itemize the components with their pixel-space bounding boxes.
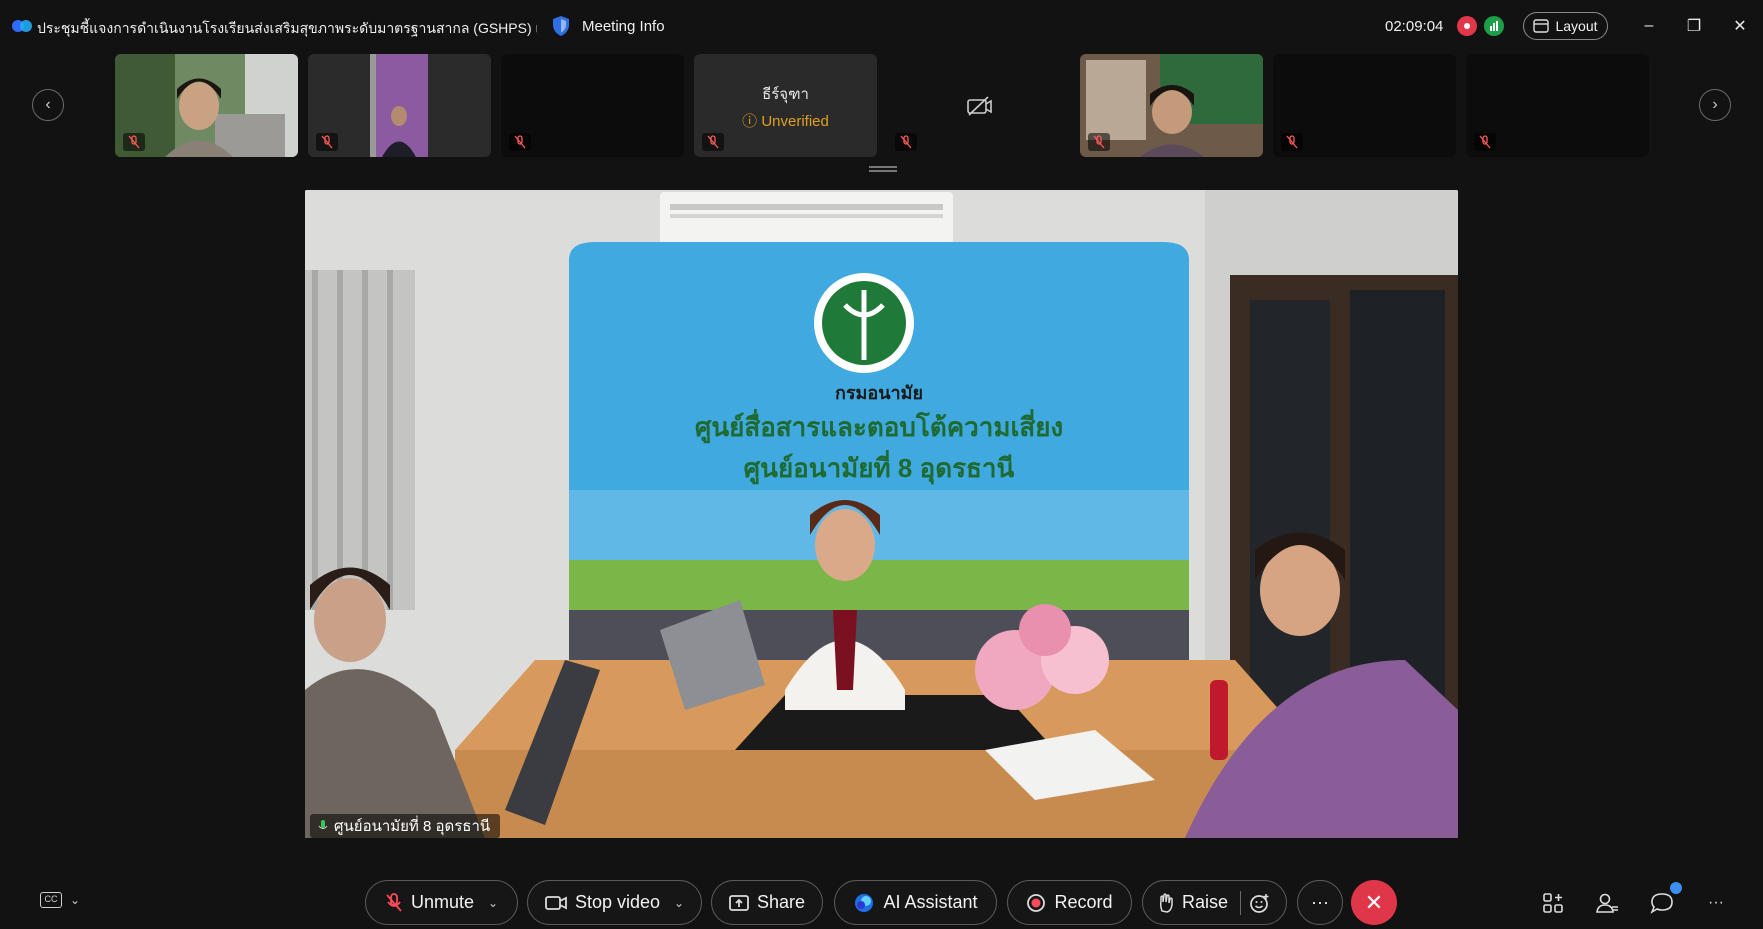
muted-mic-icon xyxy=(702,133,724,151)
minimize-button[interactable]: – xyxy=(1637,14,1661,38)
mic-active-icon xyxy=(318,820,328,829)
banner-line-2: ศูนย์สื่อสารและตอบโต้ความเสี่ยง xyxy=(694,412,1064,442)
meeting-info-link[interactable]: Meeting Info xyxy=(582,18,665,35)
participant-name: ธีร์จุฑา xyxy=(762,86,809,103)
record-icon xyxy=(1027,893,1046,912)
meeting-timer: 02:09:04 xyxy=(1385,18,1444,35)
record-label: Record xyxy=(1054,892,1113,912)
network-signal-icon[interactable] xyxy=(1484,16,1504,36)
closed-captions-icon: CC xyxy=(40,892,62,908)
webex-logo-icon xyxy=(12,20,32,32)
share-label: Share xyxy=(756,892,806,912)
title-bar: ประชุมชี้แจงการดำเนินงานโรงเรียนส่งเสริม… xyxy=(0,0,1763,52)
participant-thumbnail[interactable] xyxy=(501,54,684,157)
shield-icon[interactable] xyxy=(551,15,571,37)
reactions-emoji-icon[interactable] xyxy=(1249,892,1271,914)
more-panels-icon[interactable]: ··· xyxy=(1702,890,1730,916)
chevron-down-icon[interactable]: ⌄ xyxy=(488,896,498,910)
record-button[interactable]: Record xyxy=(1007,880,1132,925)
muted-mic-icon xyxy=(386,892,402,912)
raise-hand-button[interactable]: Raise xyxy=(1142,880,1287,925)
apps-icon[interactable] xyxy=(1539,890,1567,916)
muted-mic-icon xyxy=(509,133,531,151)
participants-icon[interactable] xyxy=(1593,890,1621,916)
stop-video-button[interactable]: Stop video ⌄ xyxy=(527,880,702,925)
close-icon: ✕ xyxy=(1364,889,1384,915)
speaker-name: ศูนย์อนามัยที่ 8 อุดรธานี xyxy=(334,818,491,835)
participant-thumbnail[interactable]: ธีร์จุฑา ⓘ Unverified xyxy=(694,54,877,157)
close-button[interactable]: ✕ xyxy=(1728,14,1752,38)
banner-line-1: กรมอนามัย xyxy=(834,383,924,403)
strip-next-button[interactable]: › xyxy=(1699,89,1731,121)
stop-video-label: Stop video xyxy=(574,892,660,912)
unmute-label: Unmute xyxy=(410,892,474,912)
strip-resize-handle[interactable] xyxy=(869,166,897,172)
participant-thumbnail[interactable] xyxy=(1080,54,1263,157)
more-options-button[interactable]: ··· xyxy=(1297,880,1343,925)
chevron-down-icon[interactable]: ⌄ xyxy=(674,896,684,910)
muted-mic-icon xyxy=(1088,133,1110,151)
captions-button[interactable]: CC ⌄ xyxy=(40,892,80,908)
participant-thumbnail[interactable] xyxy=(115,54,298,157)
share-screen-icon xyxy=(729,894,749,911)
chevron-down-icon: ⌄ xyxy=(70,893,81,907)
raise-hand-icon xyxy=(1159,892,1173,913)
restore-button[interactable]: ❐ xyxy=(1682,14,1706,38)
unverified-status: ⓘ Unverified xyxy=(742,113,829,130)
divider xyxy=(1240,890,1242,915)
participant-thumbnail[interactable] xyxy=(1466,54,1649,157)
warning-icon: ⓘ xyxy=(742,113,758,130)
chevron-left-icon: ‹ xyxy=(45,96,51,113)
muted-mic-icon xyxy=(123,133,145,151)
share-button[interactable]: Share xyxy=(711,880,823,925)
participant-thumbnail[interactable] xyxy=(1273,54,1456,157)
muted-mic-icon xyxy=(316,133,338,151)
layout-label: Layout xyxy=(1555,18,1598,34)
video-camera-icon xyxy=(545,895,567,910)
active-speaker-video: กรมอนามัย ศูนย์สื่อสารและตอบโต้ความเสี่ย… xyxy=(305,190,1458,838)
video-off-icon xyxy=(967,96,992,116)
muted-mic-icon xyxy=(1281,133,1303,151)
strip-prev-button[interactable]: ‹ xyxy=(32,89,64,121)
participant-thumbnail[interactable] xyxy=(887,54,1070,157)
unmute-button[interactable]: Unmute ⌄ xyxy=(365,880,518,925)
ai-assistant-label: AI Assistant xyxy=(883,892,978,912)
raise-label: Raise xyxy=(1181,892,1229,912)
chevron-right-icon: › xyxy=(1712,96,1718,113)
meeting-title: ประชุมชี้แจงการดำเนินงานโรงเรียนส่งเสริม… xyxy=(37,20,537,36)
layout-button[interactable]: Layout xyxy=(1523,12,1608,40)
ai-assistant-button[interactable]: AI Assistant xyxy=(834,880,997,925)
end-call-button[interactable]: ✕ xyxy=(1351,880,1397,925)
speaker-name-tag: ศูนย์อนามัยที่ 8 อุดรธานี xyxy=(310,814,501,838)
speaker-video-frame xyxy=(305,190,1458,838)
banner-text: กรมอนามัย ศูนย์สื่อสารและตอบโต้ความเสี่ย… xyxy=(569,378,1189,489)
chat-icon[interactable] xyxy=(1648,890,1676,916)
muted-mic-icon xyxy=(1474,133,1496,151)
participant-thumbnail[interactable] xyxy=(308,54,491,157)
layout-icon xyxy=(1533,19,1550,33)
more-dots-icon: ··· xyxy=(1311,892,1329,912)
chat-notification-badge xyxy=(1670,882,1682,894)
recording-indicator-icon xyxy=(1457,16,1477,36)
muted-mic-icon xyxy=(895,133,917,151)
banner-line-3: ศูนย์อนามัยที่ 8 อุดรธานี xyxy=(743,453,1015,483)
ai-assistant-icon xyxy=(855,893,874,912)
